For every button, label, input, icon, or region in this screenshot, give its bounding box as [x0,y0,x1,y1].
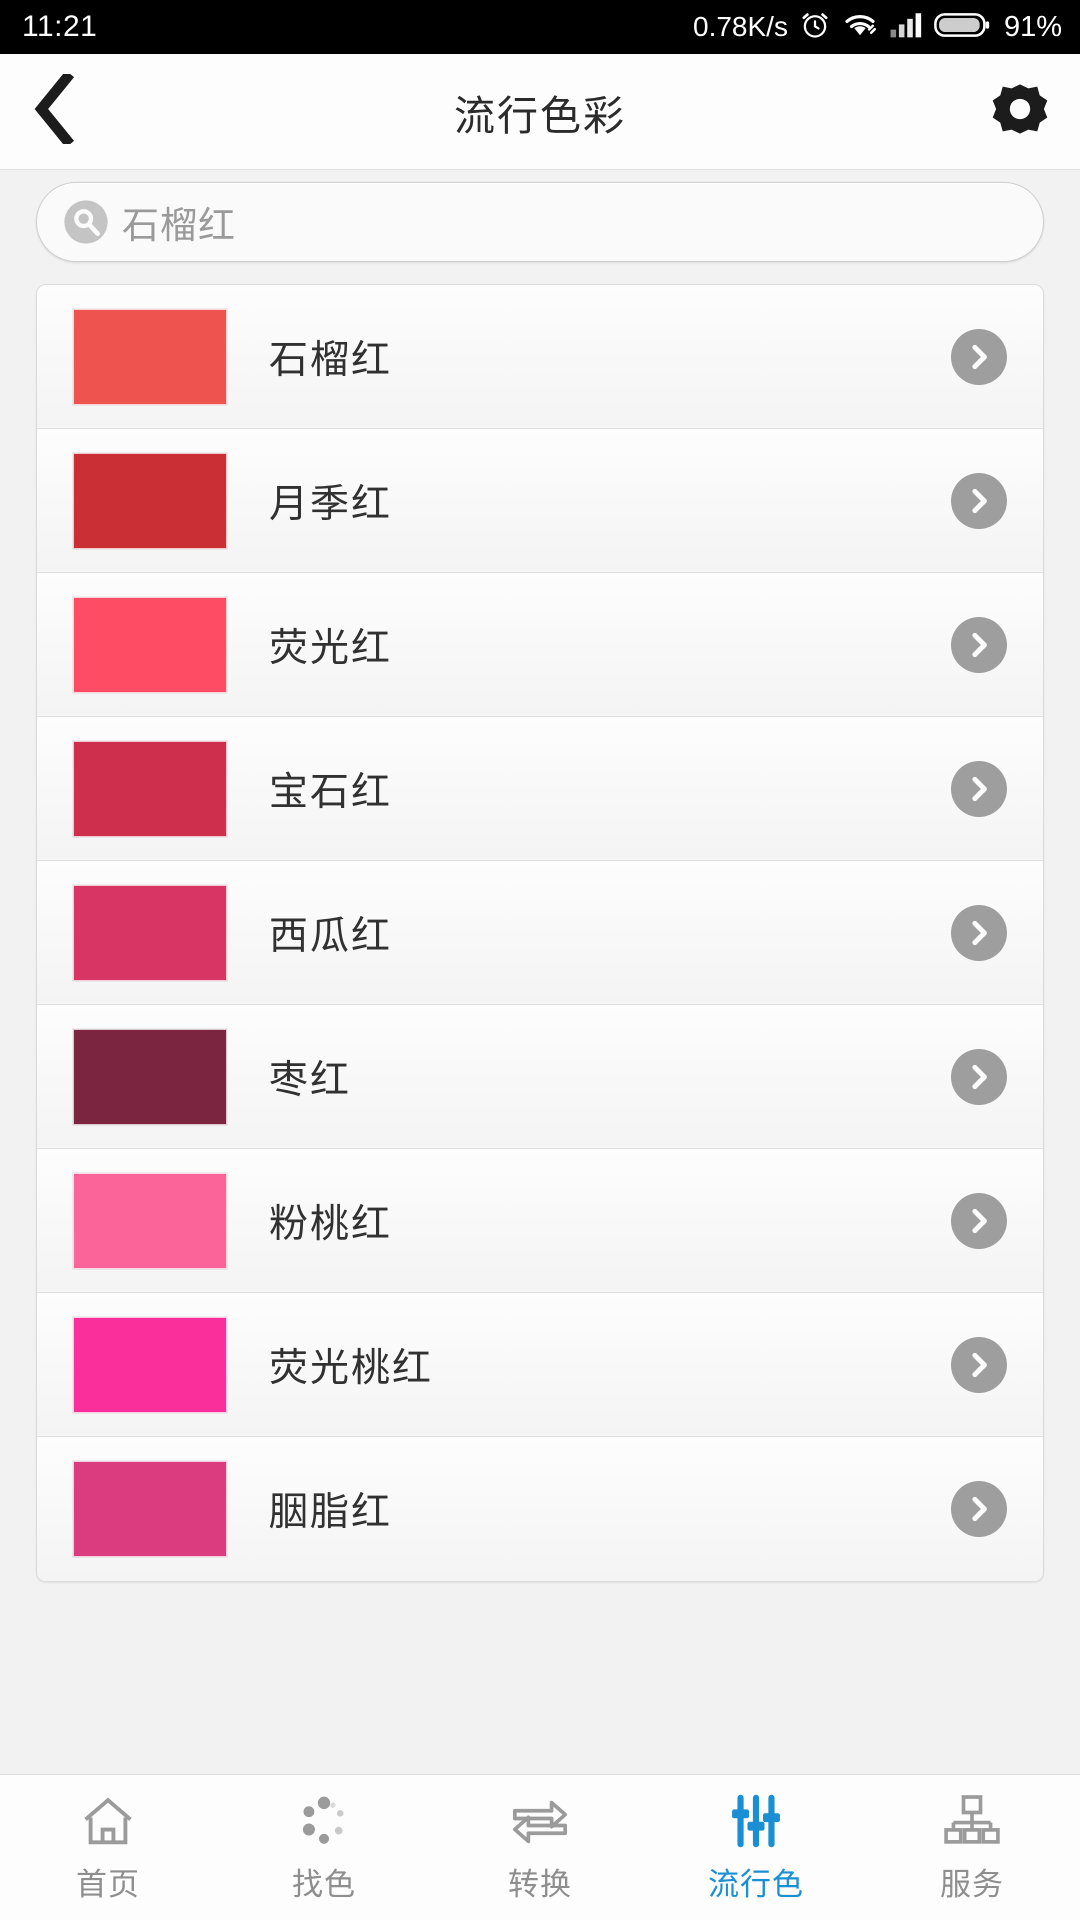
color-swatch [73,740,227,837]
table-row[interactable]: 荧光红 [37,573,1043,717]
chevron-right-icon[interactable] [951,1048,1007,1105]
color-name: 西瓜红 [269,914,393,958]
tab-label: 服务 [940,1866,1004,1902]
status-bar: 11:21 0.78K/s 91% [0,0,1080,54]
gear-icon [983,72,1057,151]
search-bar[interactable]: 石榴红 [36,182,1044,262]
color-swatch [73,1461,227,1557]
color-name: 宝石红 [269,770,393,814]
title-bar: 流行色彩 [0,54,1080,170]
chevron-right-icon[interactable] [951,328,1007,385]
sliders-icon [727,1792,785,1850]
color-name: 荧光红 [269,626,393,670]
tab-label: 首页 [76,1866,140,1902]
dots-circle-icon [295,1792,353,1850]
table-row[interactable]: 胭脂红 [37,1437,1043,1581]
tab-首页[interactable]: 首页 [0,1775,216,1920]
chevron-right-icon[interactable] [951,1336,1007,1393]
back-chevron-icon [33,70,77,149]
back-button[interactable] [0,54,110,170]
tab-流行色[interactable]: 流行色 [648,1775,864,1920]
search-section: 石榴红 [0,170,1080,266]
color-swatch [73,308,227,405]
alarm-icon [799,9,831,46]
color-name: 胭脂红 [269,1491,393,1534]
app-screen: 11:21 0.78K/s 91% 流行色彩 石榴红 石榴红 月季红 荧光红 宝… [0,0,1080,1920]
color-name: 粉桃红 [269,1202,393,1246]
swap-arrows-icon [509,1792,571,1850]
status-time: 11:21 [22,10,98,43]
battery-percent: 91% [1003,10,1062,43]
chevron-right-icon[interactable] [951,1192,1007,1249]
sitemap-icon [943,1792,1001,1850]
network-speed: 0.78K/s [693,11,788,42]
tab-label: 转换 [508,1866,572,1902]
table-row[interactable]: 荧光桃红 [37,1293,1043,1437]
chevron-right-icon[interactable] [951,472,1007,529]
color-list: 石榴红月季红荧光红宝石红西瓜红枣红粉桃红荧光桃红胭脂红 [36,284,1044,1582]
search-input[interactable]: 石榴红 [122,195,236,249]
table-row[interactable]: 枣红 [37,1005,1043,1149]
chevron-right-icon[interactable] [951,616,1007,673]
color-swatch [73,884,227,981]
chevron-right-icon[interactable] [951,760,1007,817]
color-name: 月季红 [269,482,393,526]
bottom-nav: 首页 找色 转换 流行色 服务 [0,1774,1080,1920]
color-swatch [73,1028,227,1125]
table-row[interactable]: 月季红 [37,429,1043,573]
chevron-right-icon[interactable] [951,904,1007,961]
table-row[interactable]: 粉桃红 [37,1149,1043,1293]
signal-icon [889,10,923,45]
settings-button[interactable] [960,54,1080,170]
table-row[interactable]: 石榴红 [37,285,1043,429]
table-row[interactable]: 宝石红 [37,717,1043,861]
search-icon [59,195,113,249]
tab-label: 找色 [292,1866,356,1902]
color-swatch [73,1172,227,1269]
tab-服务[interactable]: 服务 [864,1775,1080,1920]
color-swatch [73,1316,227,1413]
chevron-right-icon[interactable] [951,1481,1007,1537]
tab-转换[interactable]: 转换 [432,1775,648,1920]
home-icon [79,1792,137,1850]
color-name: 石榴红 [269,338,393,382]
wifi-icon [842,10,878,45]
tab-label: 流行色 [708,1866,804,1902]
tab-找色[interactable]: 找色 [216,1775,432,1920]
color-swatch [73,596,227,693]
battery-icon [934,10,990,45]
status-icons: 0.78K/s 91% [693,9,1062,46]
page-title: 流行色彩 [454,92,626,139]
color-name: 荧光桃红 [269,1346,434,1390]
color-list-section[interactable]: 石榴红月季红荧光红宝石红西瓜红枣红粉桃红荧光桃红胭脂红 [0,266,1080,1774]
color-swatch [73,452,227,549]
table-row[interactable]: 西瓜红 [37,861,1043,1005]
color-name: 枣红 [269,1058,352,1102]
